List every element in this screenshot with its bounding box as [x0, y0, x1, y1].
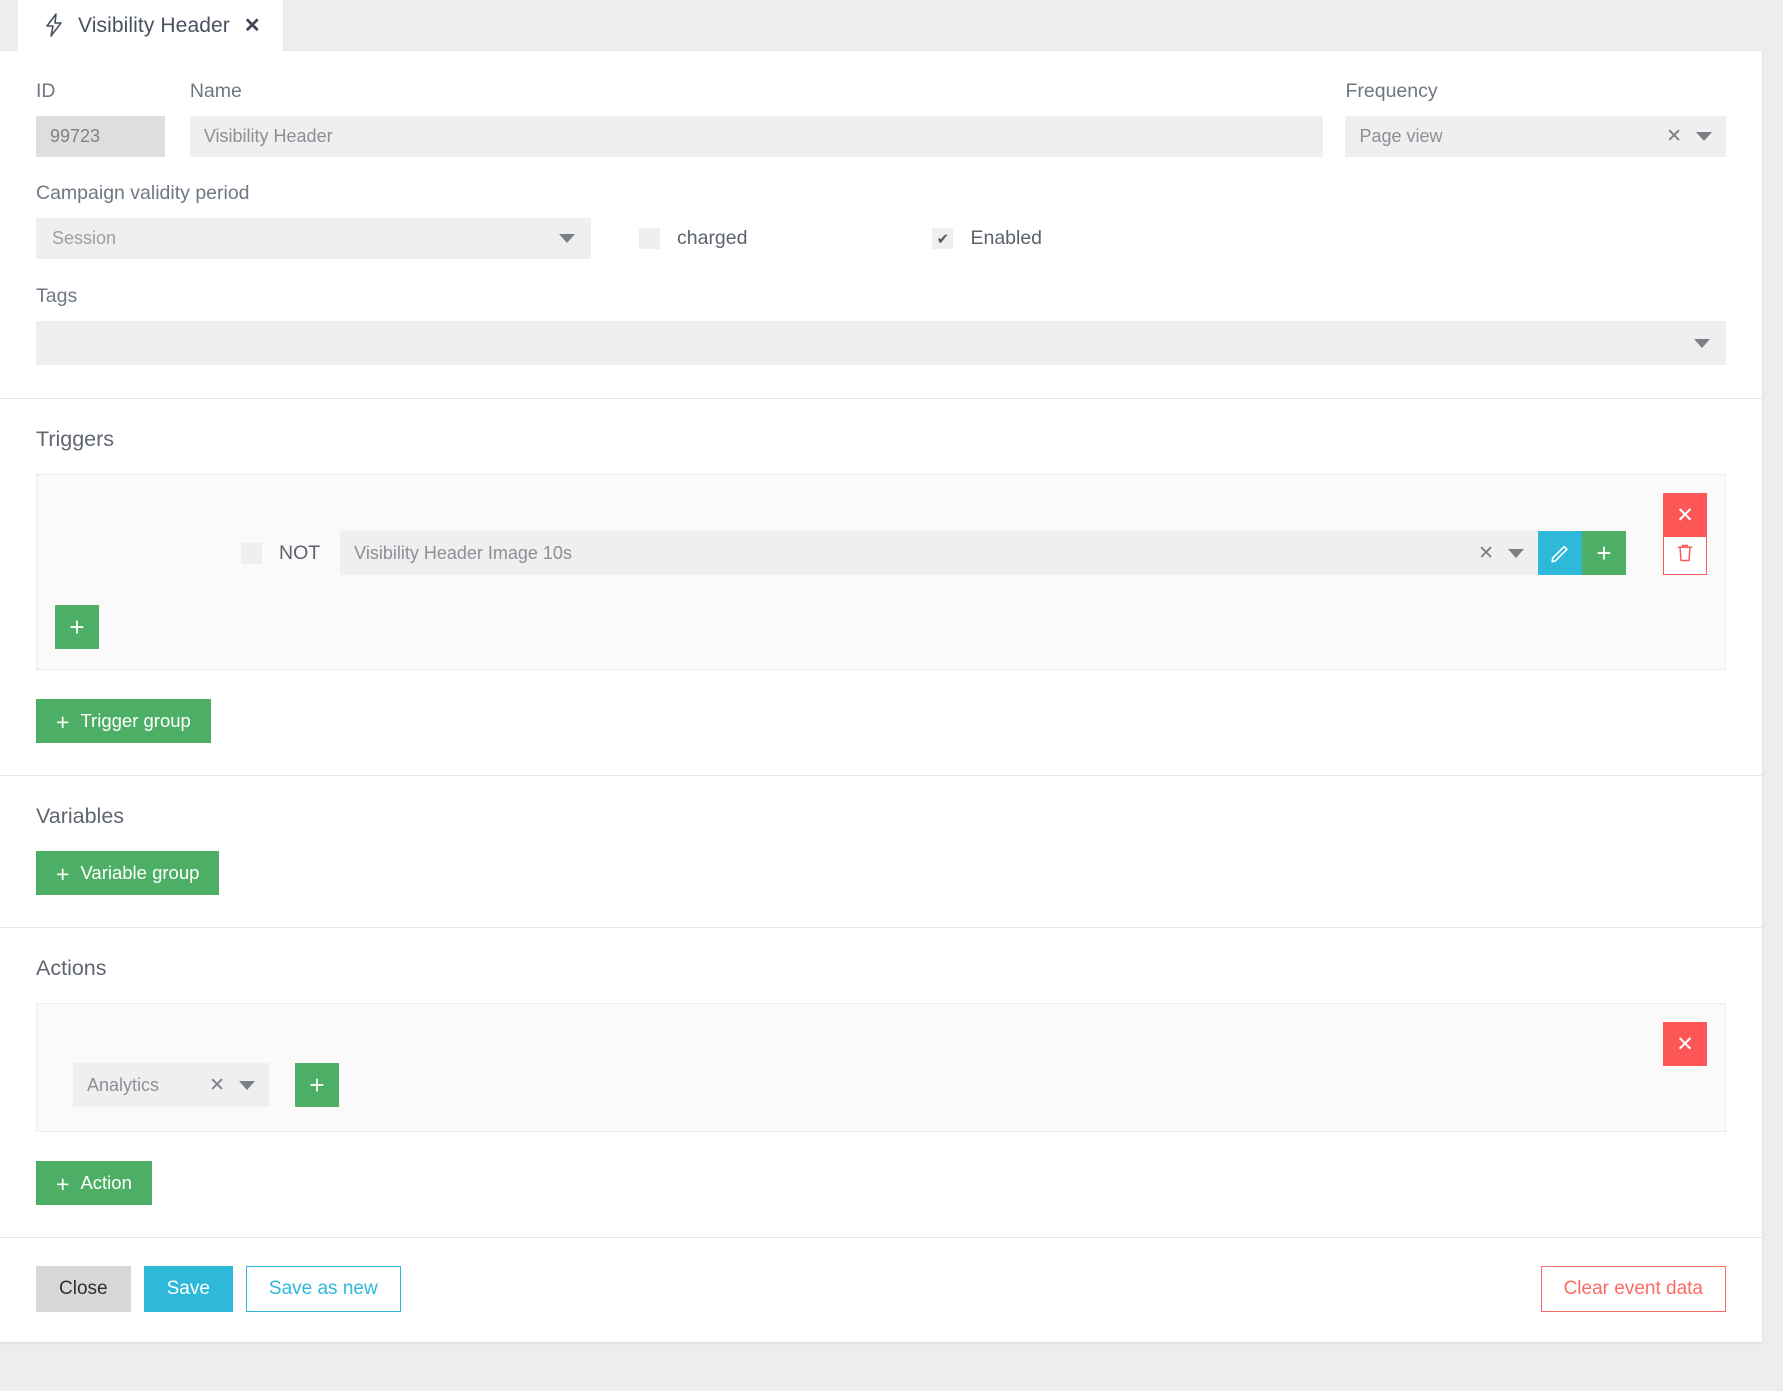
tab-title: Visibility Header: [78, 13, 230, 37]
add-trigger-group-button[interactable]: + Trigger group: [36, 699, 211, 743]
add-action-button[interactable]: + Action: [36, 1161, 152, 1205]
action-select[interactable]: Analytics ✕: [73, 1063, 269, 1107]
triggers-heading: Triggers: [36, 427, 115, 451]
trash-icon: [1675, 542, 1695, 564]
charged-label: charged: [677, 227, 748, 249]
close-button[interactable]: Close: [36, 1266, 131, 1312]
edit-trigger-button[interactable]: [1538, 531, 1582, 575]
add-action-item-button[interactable]: +: [295, 1063, 339, 1107]
validity-select[interactable]: Session: [36, 218, 591, 259]
save-button[interactable]: Save: [143, 1266, 233, 1312]
charged-checkbox-group: charged: [639, 218, 747, 259]
charged-checkbox[interactable]: [639, 228, 660, 249]
name-input[interactable]: Visibility Header: [189, 116, 1324, 157]
trigger-select[interactable]: Visibility Header Image 10s ✕: [340, 531, 1538, 575]
add-trigger-group-label: Trigger group: [80, 710, 191, 731]
trigger-row: NOT Visibility Header Image 10s ✕ +: [55, 531, 1707, 575]
action-value: Analytics: [87, 1074, 160, 1095]
name-group: Name Visibility Header: [189, 80, 1324, 157]
triggers-section: Triggers ✕ NOT Visibility Header Image 1…: [0, 399, 1762, 776]
tab-close-icon[interactable]: ✕: [244, 16, 261, 36]
frequency-group: Frequency Page view ✕: [1345, 80, 1726, 157]
campaign-editor-card: ID 99723 Name Visibility Header Frequenc…: [0, 51, 1762, 1342]
variables-section: Variables + Variable group: [0, 776, 1762, 928]
tags-chevron-down-icon[interactable]: [1694, 338, 1710, 348]
delete-trigger-button[interactable]: [1663, 531, 1707, 575]
trigger-value: Visibility Header Image 10s: [354, 542, 572, 563]
pencil-icon: [1549, 542, 1571, 564]
trigger-not-checkbox[interactable]: [241, 542, 262, 564]
id-field: 99723: [36, 116, 165, 157]
id-group: ID 99723: [36, 80, 165, 157]
trigger-chevron-down-icon[interactable]: [1508, 548, 1524, 558]
lightning-bolt-icon: [44, 12, 64, 37]
tab-bar: Visibility Header ✕: [0, 0, 1783, 51]
tags-label: Tags: [36, 285, 78, 307]
validity-chevron-down-icon[interactable]: [559, 234, 575, 243]
actions-heading: Actions: [36, 956, 107, 980]
identity-row: ID 99723 Name Visibility Header Frequenc…: [36, 51, 1726, 157]
tags-select[interactable]: [36, 321, 1726, 365]
add-trigger-button[interactable]: +: [1582, 531, 1626, 575]
add-variable-group-label: Variable group: [80, 862, 200, 883]
validity-label: Campaign validity period: [36, 182, 250, 204]
validity-row: Campaign validity period Session charged…: [36, 157, 1726, 259]
action-row: Analytics ✕ +: [73, 1063, 1707, 1107]
id-value: 99723: [50, 126, 101, 146]
frequency-select[interactable]: Page view ✕: [1345, 116, 1726, 157]
footer-toolbar: Close Save Save as new Clear event data: [0, 1238, 1762, 1342]
clear-event-data-button[interactable]: Clear event data: [1540, 1266, 1726, 1312]
trigger-not-label: NOT: [279, 541, 321, 564]
frequency-value: Page view: [1359, 126, 1443, 146]
remove-trigger-group-button[interactable]: ✕: [1663, 493, 1707, 537]
name-label: Name: [189, 80, 242, 102]
tab-visibility-header[interactable]: Visibility Header ✕: [18, 0, 283, 51]
app-root: Visibility Header ✕ ID 99723 Name Visibi…: [0, 0, 1783, 1391]
actions-section: Actions ✕ Analytics ✕ + + Action: [0, 928, 1762, 1238]
general-section: ID 99723 Name Visibility Header Frequenc…: [0, 51, 1762, 399]
frequency-chevron-down-icon[interactable]: [1696, 132, 1712, 141]
validity-group: Campaign validity period Session: [36, 182, 591, 259]
id-label: ID: [36, 80, 56, 102]
trigger-group: ✕ NOT Visibility Header Image 10s ✕ + +: [36, 474, 1726, 670]
remove-action-group-button[interactable]: ✕: [1663, 1022, 1707, 1066]
action-group: ✕ Analytics ✕ +: [36, 1003, 1726, 1132]
frequency-label: Frequency: [1345, 80, 1438, 102]
trigger-clear-icon[interactable]: ✕: [1478, 544, 1494, 563]
action-clear-icon[interactable]: ✕: [209, 1076, 225, 1095]
variables-heading: Variables: [36, 804, 125, 828]
enabled-checkbox[interactable]: ✔: [932, 228, 954, 249]
trigger-actions: +: [1538, 531, 1707, 575]
add-trigger-condition-button[interactable]: +: [55, 605, 99, 649]
enabled-label: Enabled: [970, 227, 1043, 249]
add-action-label: Action: [80, 1172, 132, 1193]
action-chevron-down-icon[interactable]: [239, 1080, 255, 1090]
name-value: Visibility Header: [203, 126, 333, 146]
tags-row: Tags: [36, 259, 1726, 398]
enabled-checkbox-group: ✔ Enabled: [932, 218, 1042, 259]
validity-value: Session: [52, 228, 117, 248]
frequency-clear-icon[interactable]: ✕: [1666, 127, 1682, 146]
save-as-new-button[interactable]: Save as new: [245, 1266, 401, 1312]
add-variable-group-button[interactable]: + Variable group: [36, 851, 220, 895]
